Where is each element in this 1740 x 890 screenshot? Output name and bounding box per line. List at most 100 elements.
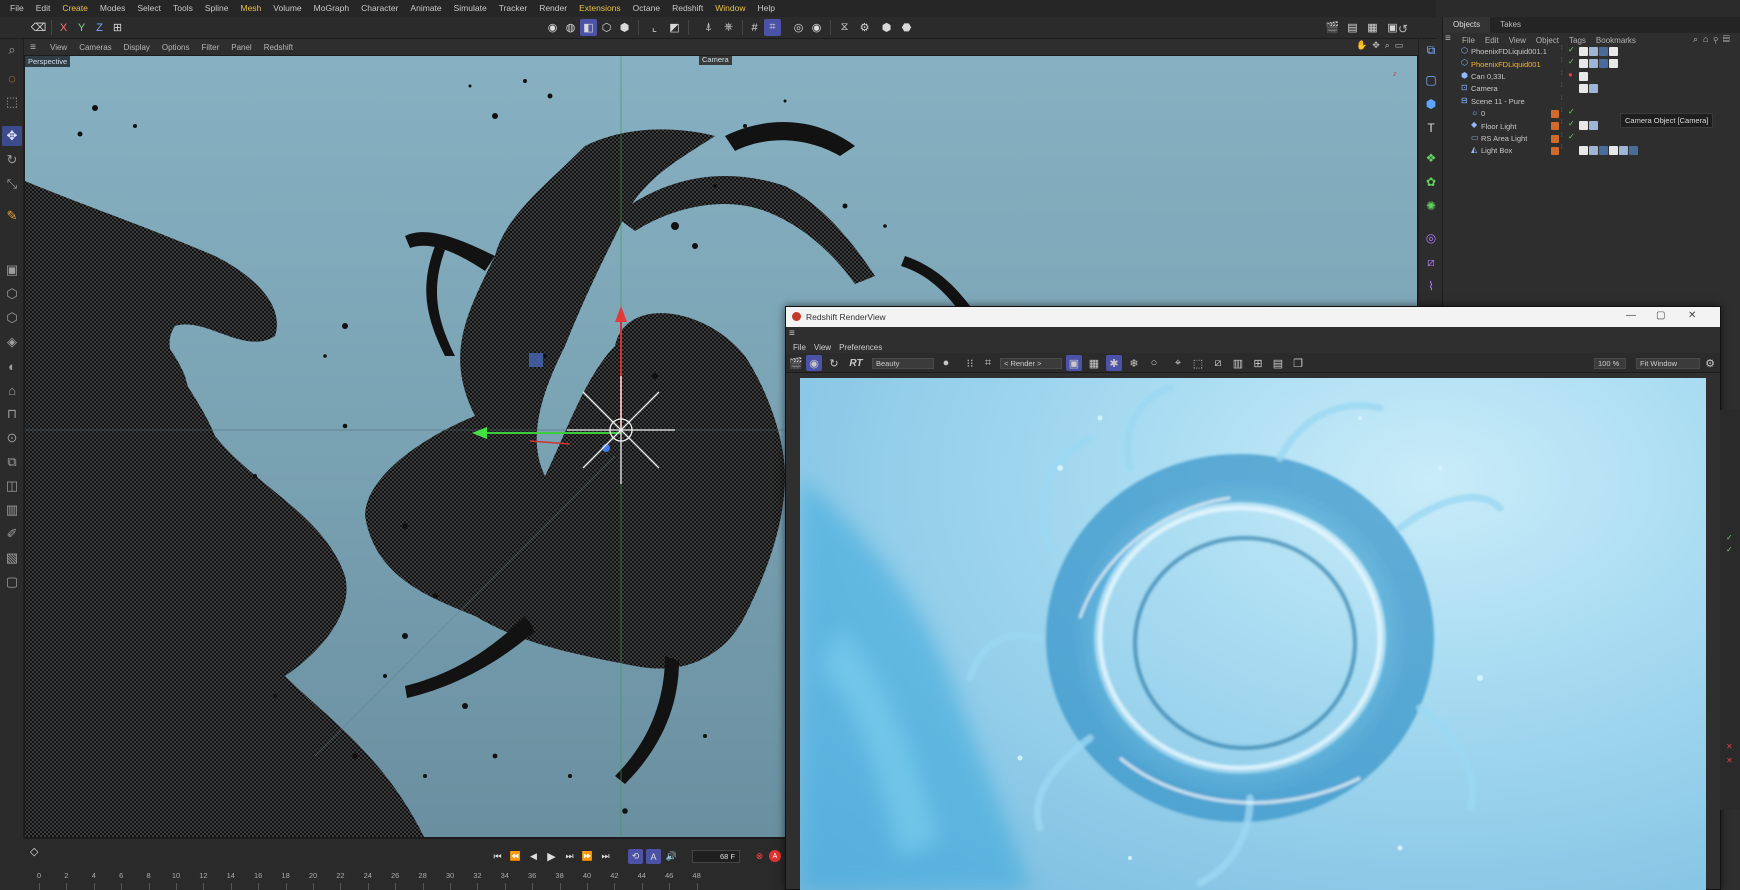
menu-item-volume[interactable]: Volume — [267, 0, 307, 17]
axis-x-toggle[interactable]: X — [55, 19, 72, 36]
tiles-icon[interactable]: ▦ — [1086, 355, 1102, 371]
edges-mode-icon[interactable]: ⬢ — [616, 19, 633, 36]
scale-tool-icon[interactable]: ⤡ — [2, 174, 22, 194]
undo-icon[interactable]: ⌫ — [30, 19, 47, 36]
visibility-dots-icon[interactable]: ⁞ — [1561, 96, 1563, 102]
add-snapshot-icon[interactable]: ⊞ — [1250, 355, 1266, 371]
menu-item-help[interactable]: Help — [752, 0, 781, 17]
snowflake-icon[interactable]: ❄ — [1126, 355, 1142, 371]
viewport-nav-icons[interactable]: ✋✥⌕▭ — [1356, 40, 1416, 54]
region-icon[interactable]: ⬚ — [1190, 355, 1206, 371]
enabled-check-icon[interactable]: ✓ — [1568, 107, 1575, 116]
text-tool-icon[interactable]: T — [1422, 119, 1440, 137]
bucket-icon[interactable]: ✱ — [1106, 355, 1122, 371]
objects-menu-edit[interactable]: Edit — [1480, 36, 1504, 45]
maximize-icon[interactable]: ▢ — [1656, 310, 1665, 321]
object-tag-icon[interactable] — [1589, 84, 1598, 94]
visibility-dots-icon[interactable]: ⁞ — [1561, 108, 1563, 114]
menu-item-octane[interactable]: Octane — [627, 0, 666, 17]
axis-z-toggle[interactable]: Z — [91, 19, 108, 36]
spline-icon[interactable]: ⧉ — [2, 452, 22, 472]
object-tag-icon[interactable] — [1589, 146, 1598, 156]
brush-icon[interactable]: ✐ — [2, 524, 22, 544]
timeline-mode-icon[interactable]: A — [646, 849, 661, 864]
go-start-icon[interactable]: ⏮ — [490, 849, 505, 864]
workplane-icon[interactable]: ◎ — [790, 19, 807, 36]
object-mode-icon[interactable]: ◧ — [580, 19, 597, 36]
settings-gear-icon[interactable]: ⚙ — [856, 19, 873, 36]
uv-mode-icon[interactable]: ◩ — [666, 19, 683, 36]
menu-item-extensions[interactable]: Extensions — [573, 0, 627, 17]
generator-icon[interactable]: ❖ — [1422, 149, 1440, 167]
box-icon[interactable]: ▢ — [2, 572, 22, 592]
layers-icon[interactable]: ⬡ — [2, 308, 22, 328]
menu-item-tracker[interactable]: Tracker — [493, 0, 534, 17]
snapshot-icon[interactable]: ▥ — [1230, 355, 1246, 371]
rgb-channel-icon[interactable]: ● — [938, 355, 954, 371]
deformer-icon[interactable]: ◎ — [1422, 229, 1440, 247]
pen-tool-icon[interactable]: ✎ — [2, 206, 22, 226]
renderview-settings-icon[interactable]: ⚙ — [1702, 355, 1718, 371]
clapper-icon[interactable]: 🎬 — [788, 355, 804, 371]
current-frame-field[interactable]: 68 F — [692, 850, 740, 863]
prev-frame-icon[interactable]: ◀ — [526, 849, 541, 864]
menu-item-file[interactable]: File — [4, 0, 30, 17]
menu-item-render[interactable]: Render — [533, 0, 573, 17]
enable-axis-icon[interactable]: ⍋ — [700, 19, 717, 36]
cube-icon[interactable]: ▣ — [2, 260, 22, 280]
texture-mode-icon[interactable]: ◍ — [562, 19, 579, 36]
paint-icon[interactable]: ◐ — [2, 356, 22, 376]
menu-item-simulate[interactable]: Simulate — [448, 0, 493, 17]
axis-y-toggle[interactable]: Y — [73, 19, 90, 36]
menu-item-redshift[interactable]: Redshift — [666, 0, 709, 17]
layer-color-swatch[interactable] — [1551, 122, 1559, 131]
object-tag-icon[interactable] — [1579, 47, 1588, 56]
menu-item-create[interactable]: Create — [56, 0, 94, 17]
objects-menu-view[interactable]: View — [1504, 36, 1531, 45]
tab-objects[interactable]: Objects — [1443, 17, 1491, 33]
object-tag-icon[interactable] — [1589, 47, 1598, 56]
objects-menu-bookmarks[interactable]: Bookmarks — [1591, 36, 1641, 45]
move-tool-icon[interactable]: ✥ — [2, 126, 22, 146]
circle-icon[interactable]: ○ — [1146, 355, 1162, 371]
record-icon[interactable]: ⊗ — [752, 849, 767, 864]
render-queue-icon[interactable]: ▦ — [1364, 19, 1381, 36]
symmetry-icon[interactable]: ⧖ — [836, 19, 853, 36]
objects-menu-file[interactable]: File — [1457, 36, 1480, 45]
object-tag-icon[interactable] — [1579, 121, 1588, 131]
points-mode-icon[interactable]: ⬡ — [598, 19, 615, 36]
crop-icon[interactable]: ⌗ — [980, 355, 996, 371]
render-dropdown[interactable]: < Render > — [1000, 358, 1062, 369]
object-tag-icon[interactable] — [1579, 84, 1588, 94]
object-tag-icon[interactable] — [1599, 59, 1608, 69]
menu-item-modes[interactable]: Modes — [94, 0, 132, 17]
layer-icon[interactable]: ⬡ — [2, 284, 22, 304]
play-icon[interactable]: ▶ — [544, 849, 559, 864]
enabled-check-icon[interactable]: ✓ — [1568, 119, 1575, 128]
field-icon[interactable]: ⧄ — [1422, 253, 1440, 271]
refresh-icon[interactable]: ↻ — [826, 355, 842, 371]
menu-item-select[interactable]: Select — [131, 0, 167, 17]
object-tag-icon[interactable] — [1579, 71, 1588, 81]
hamburger-menu-icon[interactable]: ≡ — [26, 40, 40, 54]
cube-primitive-icon[interactable]: ⬢ — [1422, 95, 1440, 113]
hexagon-icon[interactable]: ⬢ — [878, 19, 895, 36]
snap-icon[interactable]: # — [746, 19, 763, 36]
visibility-dots-icon[interactable]: ⁞ — [1561, 58, 1563, 64]
viewport-menu-cameras[interactable]: Cameras — [73, 43, 117, 52]
tab-takes[interactable]: Takes — [1490, 17, 1531, 33]
object-tag-icon[interactable] — [1579, 146, 1588, 156]
extrude-icon[interactable]: ▧ — [2, 548, 22, 568]
layout-switch-icon[interactable]: ↺ — [1393, 19, 1413, 38]
renderview-hamburger-icon[interactable]: ≡ — [789, 328, 795, 339]
quantize-icon[interactable]: ⌗ — [764, 19, 781, 36]
rotate-tool-icon[interactable]: ↻ — [2, 150, 22, 170]
object-tag-icon[interactable] — [1589, 59, 1598, 69]
zoom-dropdown[interactable]: 100 % — [1594, 358, 1626, 369]
spline-rect-icon[interactable]: ▢ — [1422, 71, 1440, 89]
knife-icon[interactable]: ◫ — [2, 476, 22, 496]
minimize-icon[interactable]: — — [1626, 310, 1636, 321]
copy-icon[interactable]: ❐ — [1290, 355, 1306, 371]
rt-toggle[interactable]: RT — [844, 355, 868, 371]
renderview-menu-file[interactable]: File — [789, 343, 810, 352]
